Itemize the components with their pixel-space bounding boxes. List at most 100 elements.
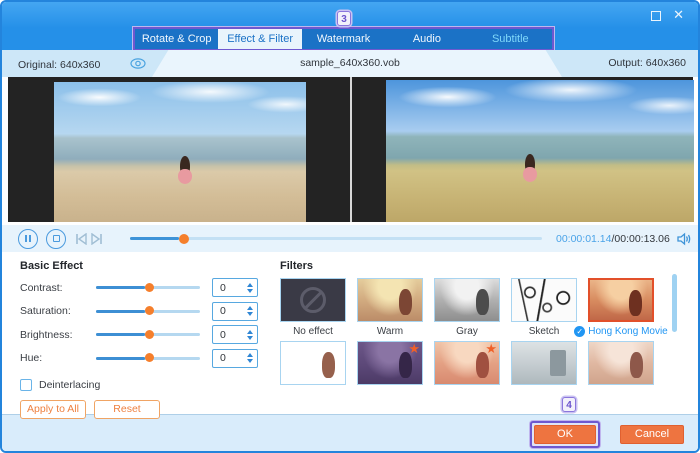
saturation-label: Saturation:: [20, 305, 71, 318]
selected-check-icon: ✓: [574, 325, 586, 337]
preview-divider[interactable]: [349, 77, 352, 222]
deinterlacing-checkbox[interactable]: [20, 379, 32, 391]
filter-row2-5[interactable]: [588, 341, 654, 385]
current-time: 00:00:01.14: [556, 232, 612, 245]
deinterlacing-checkbox-row[interactable]: Deinterlacing: [20, 379, 270, 391]
spin-down-icon[interactable]: [247, 312, 253, 317]
seek-thumb[interactable]: [179, 233, 190, 244]
hue-row: Hue: 0: [20, 347, 270, 371]
filter-label: Hong Kong Movie: [588, 325, 668, 337]
window-controls: ✕: [651, 8, 684, 21]
tab-audio[interactable]: Audio: [385, 29, 468, 49]
spin-up-icon[interactable]: [247, 282, 253, 287]
contrast-slider[interactable]: [96, 282, 200, 292]
stop-icon[interactable]: [46, 228, 66, 249]
total-time: 00:00:13.06: [614, 232, 670, 245]
tab-effect-filter[interactable]: Effect & Filter: [218, 29, 302, 49]
maximize-icon[interactable]: [651, 10, 662, 21]
brightness-slider[interactable]: [96, 329, 200, 339]
output-resolution-label: Output: 640x360: [608, 57, 686, 69]
next-frame-icon[interactable]: [90, 232, 104, 245]
filter-label: Warm: [376, 325, 404, 337]
close-icon[interactable]: ✕: [673, 8, 684, 21]
video-stage: [8, 77, 694, 222]
filter-label: Sketch: [528, 325, 560, 337]
filter-row2-3[interactable]: ★: [434, 341, 500, 385]
filters-grid: No effect Warm Gray Sketch ✓ Hong Kong Mo: [280, 278, 698, 387]
time-display: 00:00:01.14/00:00:13.06: [556, 233, 670, 245]
step-3-badge: 3: [337, 11, 351, 26]
brightness-row: Brightness: 0: [20, 323, 270, 347]
footer-bar: OK Cancel: [2, 414, 698, 451]
spin-up-icon[interactable]: [247, 306, 253, 311]
info-bar: Original: 640x360 sample_640x360.vob Out…: [2, 50, 698, 77]
filters-panel: Filters No effect Warm Gray Sketch ✓ Hon…: [270, 252, 698, 414]
sitting-person: [177, 156, 193, 190]
filter-warm[interactable]: Warm: [357, 278, 423, 339]
contrast-label: Contrast:: [20, 281, 63, 294]
step-4-badge: 4: [562, 397, 576, 412]
filter-label: No effect: [293, 325, 333, 337]
reset-button[interactable]: Reset: [94, 400, 160, 419]
filter-hong-kong-movie[interactable]: ✓ Hong Kong Movie: [574, 278, 668, 339]
spin-up-icon[interactable]: [247, 353, 253, 358]
filter-row2-4[interactable]: [511, 341, 577, 385]
hue-value: 0: [220, 352, 226, 365]
basic-effect-buttons: Apply to All Reset: [20, 400, 270, 419]
contrast-value: 0: [220, 281, 226, 294]
brightness-spinbox[interactable]: 0: [212, 325, 258, 345]
video-preview-area: [2, 77, 698, 225]
previous-frame-icon[interactable]: [74, 232, 88, 245]
basic-effect-title: Basic Effect: [20, 260, 83, 272]
apply-to-all-button[interactable]: Apply to All: [20, 400, 86, 419]
video-filename: sample_640x360.vob: [300, 57, 400, 69]
saturation-value: 0: [220, 305, 226, 318]
saturation-slider-thumb[interactable]: [144, 306, 154, 316]
tab-bar: Rotate & Crop Effect & Filter Watermark …: [2, 27, 698, 51]
contrast-row: Contrast: 0: [20, 276, 270, 300]
ok-annotation-box: OK: [530, 420, 600, 448]
hue-label: Hue:: [20, 352, 43, 365]
pause-icon[interactable]: [18, 228, 38, 249]
star-badge-icon: ★: [485, 341, 497, 356]
effect-filter-window: 3 4 ✕ Rotate & Crop Effect & Filter Wate…: [0, 0, 700, 453]
star-badge-icon: ★: [408, 341, 420, 356]
seek-progress: [130, 237, 180, 240]
no-effect-icon: [300, 287, 326, 313]
spin-down-icon[interactable]: [247, 359, 253, 364]
contrast-slider-thumb[interactable]: [144, 282, 154, 292]
filter-no-effect[interactable]: No effect: [280, 278, 346, 339]
filters-scrollbar[interactable]: [672, 274, 677, 332]
volume-icon[interactable]: [676, 232, 692, 246]
output-video-preview: [386, 80, 694, 222]
filter-sketch[interactable]: Sketch: [511, 278, 577, 339]
spin-down-icon[interactable]: [247, 288, 253, 293]
brightness-value: 0: [220, 328, 226, 341]
hue-slider[interactable]: [96, 353, 200, 363]
tab-subtitle[interactable]: Subtitle: [469, 29, 552, 49]
tab-annotation-box: Rotate & Crop Effect & Filter Watermark …: [133, 27, 554, 51]
tab-watermark[interactable]: Watermark: [302, 29, 385, 49]
saturation-slider[interactable]: [96, 306, 200, 316]
spin-up-icon[interactable]: [247, 329, 253, 334]
beach-scene-output: [386, 80, 694, 222]
saturation-spinbox[interactable]: 0: [212, 301, 258, 321]
brightness-slider-thumb[interactable]: [144, 329, 154, 339]
filter-gray[interactable]: Gray: [434, 278, 500, 339]
filter-row2-2[interactable]: ★: [357, 341, 423, 385]
cancel-button[interactable]: Cancel: [620, 424, 684, 444]
hue-slider-thumb[interactable]: [144, 353, 154, 363]
spin-down-icon[interactable]: [247, 335, 253, 340]
filter-row2-1[interactable]: [280, 341, 346, 385]
ok-button[interactable]: OK: [534, 424, 596, 444]
seek-slider[interactable]: [130, 233, 542, 244]
basic-effect-panel: Basic Effect Contrast: 0 Saturation: 0 B…: [2, 252, 270, 419]
contrast-spinbox[interactable]: 0: [212, 278, 258, 298]
hue-spinbox[interactable]: 0: [212, 348, 258, 368]
filter-label: Gray: [456, 325, 478, 337]
tab-rotate-crop[interactable]: Rotate & Crop: [135, 29, 218, 49]
original-video-preview: [54, 82, 306, 222]
brightness-label: Brightness:: [20, 328, 73, 341]
beach-scene-original: [54, 82, 306, 222]
playback-bar: 00:00:01.14/00:00:13.06: [2, 225, 698, 252]
